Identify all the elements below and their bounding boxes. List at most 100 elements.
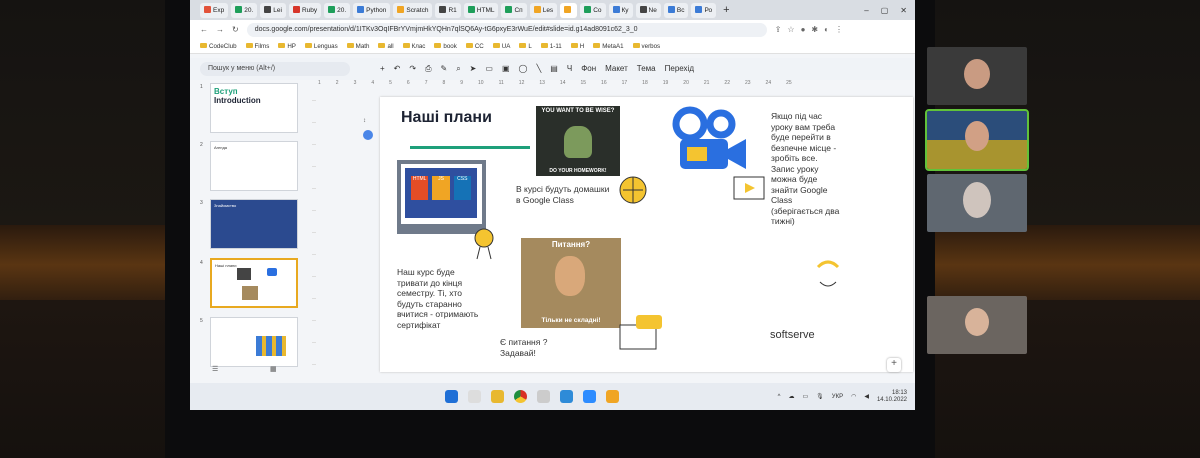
browser-tab[interactable]: Ruby	[288, 2, 322, 18]
browser-tab[interactable]: Ро	[691, 2, 717, 18]
task-view-icon[interactable]	[468, 390, 481, 403]
bookmark-item[interactable]: verbos	[632, 42, 660, 50]
clock[interactable]: 18:13 14.10.2022	[877, 390, 907, 404]
thumb-title: Наші плани	[215, 263, 237, 268]
browser-tab[interactable]: R1	[435, 2, 461, 18]
undo-icon[interactable]: ↶	[394, 64, 401, 74]
browser-tab[interactable]: Ку	[608, 2, 633, 18]
browser-tab[interactable]: Сп	[501, 2, 527, 18]
browser-tab[interactable]: 20.	[324, 2, 351, 18]
current-slide[interactable]: Наші плани HTML JS CSS YOU WANT TO BE WI…	[380, 97, 913, 372]
browser-tab[interactable]: Les	[529, 2, 558, 18]
bookmark-item[interactable]: Lenguas	[304, 42, 338, 50]
star-icon[interactable]: ☆	[787, 25, 794, 34]
paint-format-icon[interactable]: ✎	[440, 64, 447, 74]
bookmark-item[interactable]: Films	[245, 42, 269, 50]
battery-icon[interactable]: ▭	[802, 393, 808, 400]
file-explorer-icon[interactable]	[491, 390, 504, 403]
thumbnail-slide-3[interactable]: Знайомство	[210, 199, 298, 249]
browser-tab[interactable]: Scratch	[393, 2, 433, 18]
extension-icon[interactable]: ●	[801, 25, 806, 34]
bookmark-item[interactable]: CC	[465, 42, 484, 50]
folder-icon	[519, 42, 527, 48]
bookmark-item[interactable]: CodeClub	[200, 42, 237, 50]
windows-start-icon[interactable]	[445, 390, 458, 403]
minimize-icon[interactable]: –	[864, 6, 868, 15]
forward-icon[interactable]: →	[216, 25, 224, 34]
reload-icon[interactable]: ↻	[232, 25, 239, 34]
paint-icon[interactable]	[537, 390, 550, 403]
bookmark-item[interactable]: H	[570, 42, 584, 50]
bookmark-item[interactable]: HP	[278, 42, 296, 50]
participant-video-3[interactable]	[927, 174, 1027, 232]
browser-tab[interactable]: Lei	[260, 2, 286, 18]
puzzle-icon[interactable]: ✱	[811, 25, 818, 34]
browser-tab[interactable]: HTML	[463, 2, 499, 18]
browser-tab[interactable]: 20.	[231, 2, 258, 18]
volume-icon[interactable]: ◀	[864, 393, 869, 400]
browser-tab[interactable]: Exp	[200, 2, 229, 18]
layout-button[interactable]: Макет	[605, 64, 628, 74]
textbox-icon[interactable]: ▭	[485, 64, 493, 74]
browser-tab[interactable]: Вс	[663, 2, 689, 18]
bookmark-item[interactable]: Math	[346, 42, 369, 50]
bookmark-item[interactable]: all	[378, 42, 394, 50]
user-avatar-icon[interactable]	[363, 130, 373, 140]
transition-button[interactable]: Перехід	[665, 64, 694, 74]
select-icon[interactable]: ➤	[470, 64, 477, 74]
browser-tab[interactable]: Ne	[635, 2, 661, 18]
add-icon[interactable]: +	[380, 64, 385, 74]
close-icon[interactable]: ✕	[900, 6, 907, 15]
cloud-icon[interactable]: ☁	[788, 393, 794, 400]
background-button[interactable]: Фон	[581, 64, 596, 74]
vscode-icon[interactable]	[560, 390, 573, 403]
chevron-up-icon[interactable]: ^	[778, 394, 781, 400]
theme-button[interactable]: Тема	[637, 64, 656, 74]
zoom-icon[interactable]	[583, 390, 596, 403]
new-tab-button[interactable]: +	[719, 4, 733, 16]
language-indicator[interactable]: УКР	[832, 394, 843, 400]
line-icon[interactable]: ╲	[536, 64, 541, 74]
image-icon[interactable]: ▣	[502, 64, 510, 74]
redo-icon[interactable]: ↷	[409, 64, 416, 74]
sublime-icon[interactable]	[606, 390, 619, 403]
chrome-icon[interactable]	[514, 390, 527, 403]
print-icon[interactable]: ⎙	[425, 64, 431, 74]
add-slide-icon[interactable]: +	[887, 358, 901, 372]
browser-tab[interactable]: Со	[580, 2, 606, 18]
url-field[interactable]: docs.google.com/presentation/d/1ITKv3OqI…	[246, 22, 767, 37]
bookmark-item[interactable]: Клас	[402, 42, 425, 50]
microphone-icon[interactable]: 🎙	[816, 393, 824, 400]
bookmark-item[interactable]: MetaA1	[593, 42, 624, 50]
menu-icon[interactable]: ⋮	[835, 25, 843, 34]
bookmark-item[interactable]: book	[434, 42, 457, 50]
comment-icon[interactable]: ▤	[550, 64, 558, 74]
thumbnail-slide-4[interactable]: Наші плани	[210, 258, 298, 308]
grid-view-icon[interactable]: ☰	[212, 365, 218, 373]
shape-icon[interactable]: ◯	[519, 64, 528, 74]
bookmark-item[interactable]: UA	[492, 42, 510, 50]
comment-icon[interactable]: ↕	[363, 118, 375, 124]
zoom-icon[interactable]: ⌕	[456, 64, 460, 74]
tab-label: Со	[593, 6, 602, 14]
bookmark-item[interactable]: 1-11	[540, 42, 562, 50]
wifi-icon[interactable]: ◠	[851, 393, 856, 400]
thumbnail-slide-2[interactable]: Агенда	[210, 141, 298, 191]
thumbnail-slide-1[interactable]: Вступ Introduction	[210, 83, 298, 133]
browser-tab[interactable]: Python	[353, 2, 391, 18]
participant-video-1[interactable]	[927, 47, 1027, 105]
browser-tab[interactable]	[560, 2, 578, 18]
profile-icon[interactable]: ◐	[824, 25, 829, 34]
filmstrip-view-icon[interactable]: ▦	[270, 365, 277, 373]
thumbnail-slide-5[interactable]	[210, 317, 298, 367]
share-icon[interactable]: ⇪	[775, 25, 782, 34]
participant-video-2[interactable]	[925, 109, 1029, 171]
bookmark-item[interactable]: L	[519, 42, 532, 50]
search-menu-input[interactable]: Пошук у меню (Alt+/)	[200, 62, 350, 76]
bookmark-label: MetaA1	[602, 42, 624, 50]
participant-video-4[interactable]	[927, 296, 1027, 354]
back-icon[interactable]: ←	[200, 25, 208, 34]
ruler-tick-label: 21	[703, 80, 710, 86]
font-icon[interactable]: Ч	[567, 64, 572, 74]
maximize-icon[interactable]: ▢	[881, 6, 889, 15]
